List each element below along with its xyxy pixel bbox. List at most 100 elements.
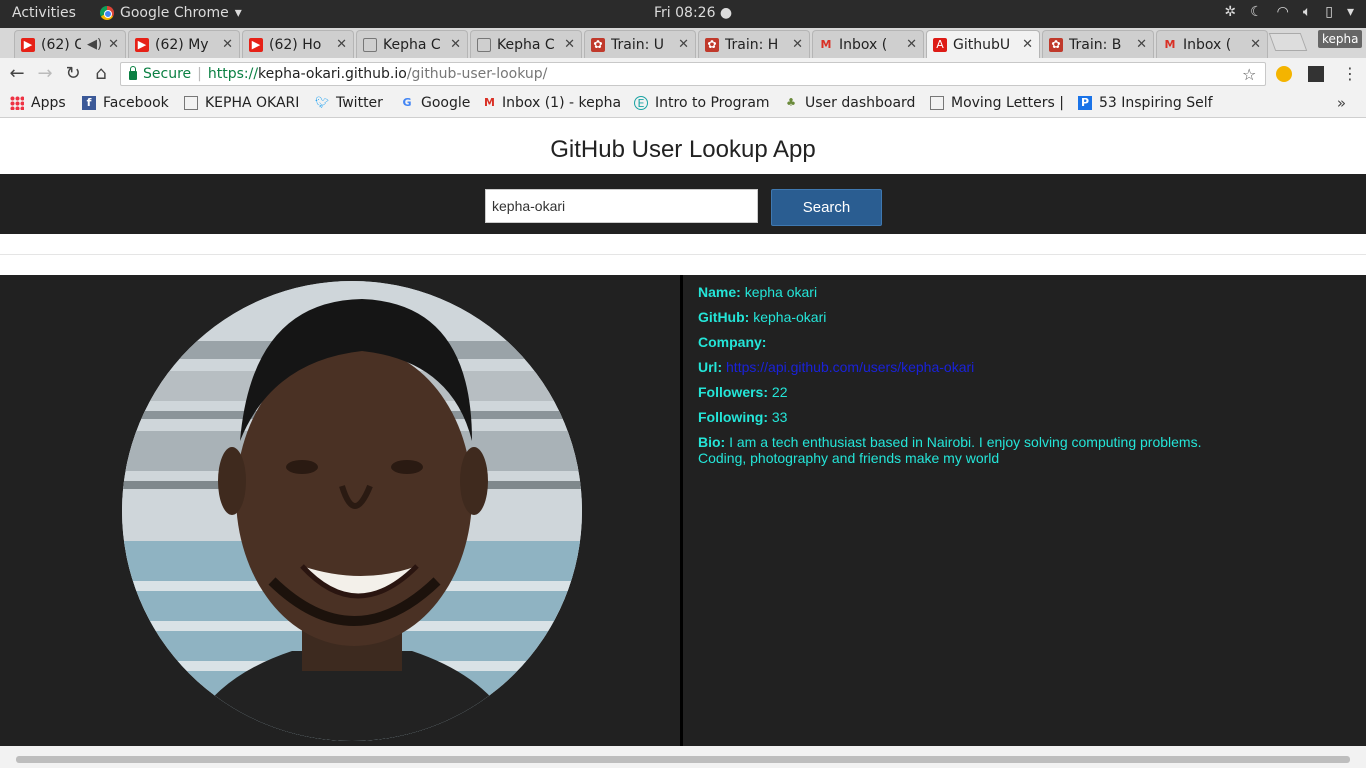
settings-icon[interactable]: ✲ bbox=[1224, 4, 1236, 20]
app-name: Google Chrome bbox=[120, 5, 229, 21]
menu-icon[interactable]: ⋮ bbox=[1342, 64, 1358, 83]
twitter-icon: 🐦︎ bbox=[315, 96, 329, 109]
bio-label: Bio: bbox=[698, 434, 726, 450]
followers-row: Followers: 22 bbox=[698, 384, 1218, 409]
bookmark-twitter[interactable]: 🐦︎ Twitter bbox=[315, 95, 383, 111]
profile-url-link[interactable]: https://api.github.com/users/kepha-okari bbox=[726, 359, 974, 375]
tab[interactable]: Kepha C ✕ bbox=[356, 30, 468, 58]
company-row: Company: bbox=[698, 334, 1218, 359]
activities-button[interactable]: Activities bbox=[12, 5, 76, 21]
tab-title: Train: U bbox=[611, 36, 665, 53]
url-scheme: https:// bbox=[207, 66, 259, 82]
wifi-icon[interactable]: ◠ bbox=[1277, 4, 1289, 20]
bookmark-label: User dashboard bbox=[805, 95, 916, 111]
bookmark-kepha-okari[interactable]: KEPHA OKARI bbox=[184, 95, 299, 111]
close-icon[interactable]: ✕ bbox=[1136, 37, 1147, 52]
bookmark-google[interactable]: G Google bbox=[400, 95, 470, 111]
search-input[interactable] bbox=[485, 189, 758, 223]
tab-title: Train: B bbox=[1069, 36, 1122, 53]
tab-title: Kepha C bbox=[383, 36, 441, 53]
close-icon[interactable]: ✕ bbox=[450, 37, 461, 52]
tab[interactable]: Kepha C ✕ bbox=[470, 30, 582, 58]
gmail-icon: M bbox=[1164, 37, 1176, 51]
chevron-down-icon[interactable]: ▾ bbox=[1347, 4, 1354, 20]
bookmark-facebook[interactable]: f Facebook bbox=[82, 95, 169, 111]
extension-icon[interactable] bbox=[1308, 66, 1324, 82]
battery-icon[interactable]: ▯ bbox=[1325, 4, 1333, 20]
close-icon[interactable]: ✕ bbox=[108, 37, 119, 52]
reload-icon[interactable]: ↻ bbox=[62, 63, 84, 85]
github-value: kepha-okari bbox=[753, 309, 827, 325]
tab[interactable]: ▶ (62) My ✕ bbox=[128, 30, 240, 58]
audio-icon[interactable]: ◀) bbox=[87, 37, 102, 52]
bookmark-label: Apps bbox=[31, 95, 66, 111]
page-icon bbox=[363, 37, 377, 52]
youtube-icon: ▶ bbox=[249, 37, 263, 52]
url-host: kepha-okari.github.io bbox=[258, 66, 407, 82]
night-mode-icon[interactable]: ☾ bbox=[1250, 4, 1263, 20]
bookmark-label: Inbox (1) - kepha bbox=[501, 95, 620, 111]
close-icon[interactable]: ✕ bbox=[1022, 37, 1033, 52]
url-path: /github-user-lookup/ bbox=[406, 66, 548, 82]
bookmark-apps[interactable]: Apps bbox=[10, 95, 66, 111]
profile-badge[interactable]: kepha bbox=[1318, 30, 1363, 48]
github-row: GitHub: kepha-okari bbox=[698, 309, 1218, 334]
more-bookmarks-icon[interactable]: » bbox=[1337, 94, 1346, 112]
address-bar[interactable]: Secure | https://kepha-okari.github.io/g… bbox=[120, 62, 1266, 86]
system-tray[interactable]: ✲ ☾ ◠ 🔈︎ ▯ ▾ bbox=[1224, 4, 1354, 20]
tab-active[interactable]: A GithubU ✕ bbox=[926, 30, 1040, 58]
bookmark-intro-to-program[interactable]: E Intro to Program bbox=[634, 95, 772, 111]
tab[interactable]: ✿ Train: H ✕ bbox=[698, 30, 810, 58]
scrollbar-thumb[interactable] bbox=[16, 756, 1350, 763]
bookmark-inbox[interactable]: M Inbox (1) - kepha bbox=[484, 95, 620, 111]
codewars-icon: ✿ bbox=[591, 37, 605, 52]
new-tab-button[interactable] bbox=[1268, 33, 1308, 51]
bookmark-label: KEPHA OKARI bbox=[205, 95, 300, 111]
tab-title: GithubU bbox=[953, 36, 1011, 53]
close-icon[interactable]: ✕ bbox=[792, 37, 803, 52]
p-icon: P bbox=[1078, 96, 1092, 110]
tab-title: Inbox ( bbox=[839, 36, 888, 53]
close-icon[interactable]: ✕ bbox=[906, 37, 917, 52]
url-separator: | bbox=[197, 66, 202, 82]
close-icon[interactable]: ✕ bbox=[564, 37, 575, 52]
home-icon[interactable]: ⌂ bbox=[90, 63, 112, 85]
clock[interactable]: Fri 08:26 ● bbox=[654, 5, 732, 21]
secure-label: Secure bbox=[143, 66, 192, 82]
name-row: Name: kepha okari bbox=[698, 284, 1218, 309]
tab[interactable]: ▶ (62) C ◀) ✕ bbox=[14, 30, 126, 58]
bookmark-inspiring-self[interactable]: P 53 Inspiring Self bbox=[1078, 95, 1214, 111]
close-icon[interactable]: ✕ bbox=[1250, 37, 1261, 52]
profile-info-panel: Name: kepha okari GitHub: kepha-okari Co… bbox=[683, 275, 1366, 746]
youtube-icon: ▶ bbox=[21, 37, 35, 52]
volume-icon[interactable]: 🔈︎ bbox=[1303, 4, 1311, 20]
bookmark-label: Facebook bbox=[103, 95, 169, 111]
tab-title: Inbox ( bbox=[1183, 36, 1232, 53]
chevron-down-icon: ▾ bbox=[234, 5, 242, 21]
bookmark-moving-letters[interactable]: Moving Letters | bbox=[930, 95, 1064, 111]
bookmark-label: Intro to Program bbox=[655, 95, 770, 111]
close-icon[interactable]: ✕ bbox=[678, 37, 689, 52]
gmail-icon: M bbox=[820, 37, 832, 51]
close-icon[interactable]: ✕ bbox=[222, 37, 233, 52]
tab[interactable]: M Inbox ( ✕ bbox=[812, 30, 924, 58]
tab[interactable]: ▶ (62) Ho ✕ bbox=[242, 30, 354, 58]
following-value: 33 bbox=[771, 409, 788, 425]
tab[interactable]: ✿ Train: U ✕ bbox=[584, 30, 696, 58]
bookmarks-bar: Apps f Facebook KEPHA OKARI 🐦︎ Twitter G Go… bbox=[0, 90, 1366, 118]
bookmark-label: Google bbox=[421, 95, 471, 111]
horizontal-scrollbar[interactable] bbox=[0, 746, 1366, 768]
bookmark-star-icon[interactable]: ☆ bbox=[1242, 65, 1256, 84]
back-icon[interactable]: ← bbox=[6, 63, 28, 85]
search-button[interactable]: Search bbox=[771, 189, 882, 226]
tab[interactable]: M Inbox ( ✕ bbox=[1156, 30, 1268, 58]
tab[interactable]: ✿ Train: B ✕ bbox=[1042, 30, 1154, 58]
forward-icon[interactable]: → bbox=[34, 63, 56, 85]
extension-icon[interactable] bbox=[1276, 66, 1292, 82]
tab-strip: ▶ (62) C ◀) ✕ ▶ (62) My ✕ ▶ (62) Ho ✕ Ke… bbox=[0, 28, 1366, 58]
url-row: Url: https://api.github.com/users/kepha-… bbox=[698, 359, 1218, 384]
app-menu[interactable]: Google Chrome ▾ bbox=[100, 5, 242, 21]
e-icon: E bbox=[634, 96, 648, 110]
bookmark-user-dashboard[interactable]: ♣ User dashboard bbox=[784, 95, 915, 111]
close-icon[interactable]: ✕ bbox=[336, 37, 347, 52]
